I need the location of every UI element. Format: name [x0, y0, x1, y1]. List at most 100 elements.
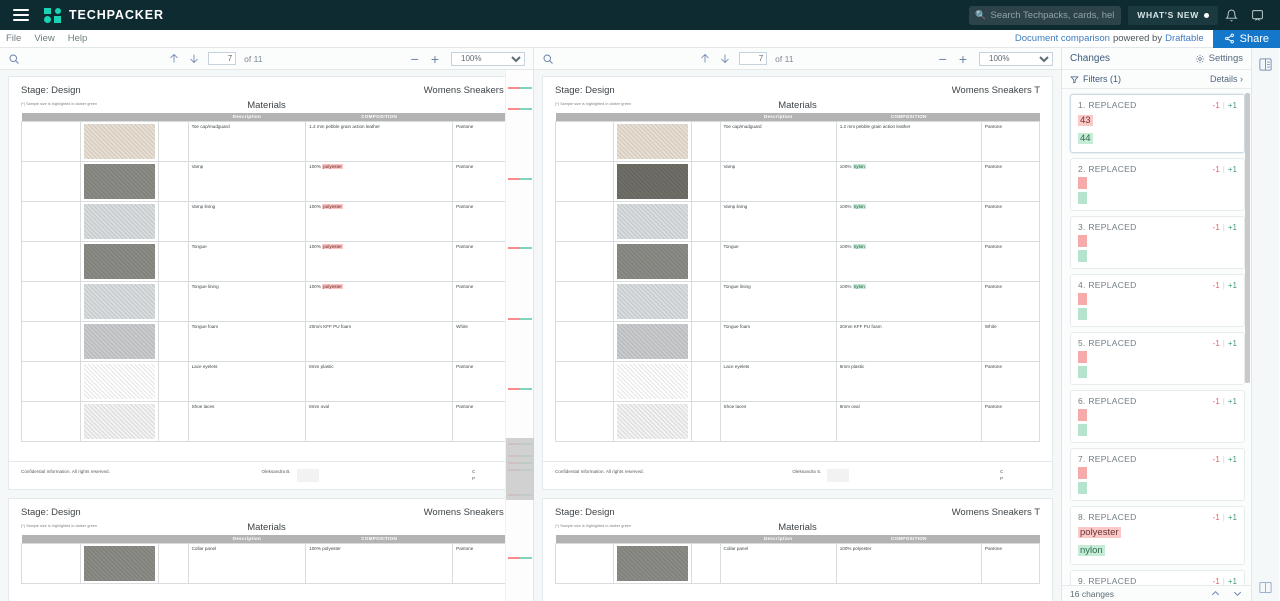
left-footer-signature-box — [296, 469, 319, 483]
row-pantone: Pantone — [452, 160, 512, 202]
menu-item-help[interactable]: Help — [68, 33, 88, 44]
left-search-icon[interactable] — [8, 53, 20, 65]
row-colorway-cell — [554, 200, 615, 242]
menu-bar: File View Help Document comparison power… — [0, 29, 1280, 48]
left-materials-table-page2: Description COMPOSITION Collar panel 100%… — [21, 535, 512, 584]
minimap-change-marker[interactable] — [508, 87, 532, 89]
row-colorway-cell — [21, 542, 81, 584]
material-swatch-image — [613, 240, 692, 282]
right-prev-change-button[interactable] — [699, 52, 711, 65]
left-zoom-out-button[interactable]: − — [411, 52, 419, 66]
row-description: Tongue foam — [187, 320, 307, 362]
right-document-canvas[interactable]: Stage: Design Womens Sneakers T (*) Samp… — [534, 70, 1061, 601]
minimap-change-marker[interactable] — [508, 388, 532, 390]
left-change-minimap[interactable] — [505, 70, 534, 601]
deleted-text: polyester — [322, 163, 343, 169]
table-row: Vamp 100% nylon Pantone — [554, 160, 1041, 202]
change-card[interactable]: 8. REPLACED -1 | +1 polyester nylon — [1070, 506, 1245, 565]
left-page1-footer: Confidential Information. All rights res… — [9, 461, 524, 483]
global-search[interactable]: 🔍 — [969, 5, 1122, 25]
minimap-change-marker[interactable] — [508, 247, 532, 249]
left-page1-stage: Stage: Design — [21, 85, 81, 96]
minimap-change-marker[interactable] — [508, 318, 532, 320]
row-composition: 1.2 mm pebble grain action leather — [835, 120, 982, 162]
row-pantone: Pantone — [452, 542, 512, 584]
row-description: Collar panel — [719, 542, 837, 584]
right-page-number-input[interactable] — [739, 52, 768, 65]
right-next-change-button[interactable] — [719, 52, 731, 65]
changes-sidebar: Changes Settings Filters (1) Details › 1… — [1062, 48, 1252, 601]
change-label: 6. REPLACED — [1078, 396, 1137, 406]
left-prev-change-button[interactable] — [168, 52, 180, 65]
chevron-down-icon[interactable] — [1232, 588, 1243, 599]
minimap-viewport-thumb[interactable] — [506, 438, 534, 500]
notifications-bell-icon[interactable] — [1218, 2, 1244, 28]
change-card[interactable]: 4. REPLACED -1 | +1 — [1070, 274, 1245, 327]
row-composition: 20mm KFF PU foam — [835, 320, 982, 362]
left-footer-confidential: Confidential Information. All rights res… — [21, 469, 110, 475]
row-description: Tongue foam — [719, 320, 837, 362]
hamburger-icon[interactable] — [13, 9, 29, 21]
change-deleted-text: 43 — [1078, 115, 1093, 126]
row-description: Vamp lining — [719, 200, 837, 242]
changes-filters-button[interactable]: Filters (1) — [1070, 74, 1121, 84]
change-card[interactable]: 5. REPLACED -1 | +1 — [1070, 332, 1245, 385]
row-spacer-cell — [690, 200, 721, 242]
minimap-change-marker[interactable] — [508, 108, 532, 110]
right-page1-title: Womens Sneakers T — [951, 85, 1040, 96]
row-composition: 100% nylon — [835, 280, 982, 322]
left-page-number-input[interactable] — [208, 52, 237, 65]
feedback-icon[interactable] — [1244, 2, 1270, 28]
changes-settings-button[interactable]: Settings — [1195, 53, 1243, 64]
changes-list-scrollbar[interactable] — [1245, 93, 1250, 383]
material-swatch-image — [79, 160, 160, 202]
left-next-change-button[interactable] — [188, 52, 200, 65]
whats-new-button[interactable]: WHAT'S NEW — [1128, 5, 1218, 25]
change-counts: -1 | +1 — [1212, 280, 1237, 290]
change-card[interactable]: 2. REPLACED -1 | +1 — [1070, 158, 1245, 211]
col-composition: COMPOSITION — [305, 113, 453, 121]
menu-item-view[interactable]: View — [34, 33, 54, 44]
left-zoom-select[interactable]: 50%75%100%125%150%200%Fit pageFit width — [451, 51, 525, 66]
change-card[interactable]: 7. REPLACED -1 | +1 — [1070, 448, 1245, 501]
chevron-up-icon[interactable] — [1210, 588, 1221, 599]
left-zoom-in-button[interactable]: + — [431, 52, 439, 66]
compare-layout-icon[interactable] — [1255, 54, 1277, 74]
right-materials-table-page2: Description COMPOSITION Collar panel 100%… — [554, 535, 1041, 584]
table-row: Tongue lining 100% nylon Pantone — [554, 280, 1041, 322]
table-row: Tongue foam 20mm KFF PU foam White — [21, 320, 512, 362]
change-counts: -1 | +1 — [1212, 512, 1237, 522]
change-card[interactable]: 3. REPLACED -1 | +1 — [1070, 216, 1245, 269]
changes-details-button[interactable]: Details › — [1210, 74, 1243, 84]
minimap-change-marker[interactable] — [508, 178, 532, 180]
row-composition: 1.2 mm pebble grain action leather — [305, 120, 454, 162]
right-zoom-in-button[interactable]: + — [959, 52, 967, 66]
right-search-icon[interactable] — [542, 53, 554, 65]
change-card[interactable]: 9. REPLACED-1|+1polyesternylon — [1070, 570, 1245, 585]
split-view-icon[interactable] — [1255, 577, 1277, 597]
search-input[interactable] — [990, 9, 1116, 21]
row-description: Tongue lining — [719, 280, 837, 322]
right-zoom-select[interactable]: 50%75%100%125%150%200%Fit pageFit width — [979, 51, 1053, 66]
document-comparison-link[interactable]: Document comparison — [1015, 33, 1110, 44]
row-spacer-cell — [690, 280, 721, 322]
row-description: Lace eyelets — [719, 360, 837, 402]
inserted-text: nylon — [852, 203, 866, 209]
changes-header: Changes Settings — [1062, 48, 1251, 70]
right-zoom-out-button[interactable]: − — [939, 52, 947, 66]
draftable-link[interactable]: Draftable — [1165, 33, 1204, 44]
changes-settings-label: Settings — [1208, 53, 1243, 64]
material-swatch-image — [613, 120, 692, 162]
col-description: Description — [720, 113, 837, 121]
change-card[interactable]: 1. REPLACED -1 | +1 43 44 — [1070, 94, 1245, 153]
row-pantone: White — [980, 320, 1041, 362]
changes-list[interactable]: 1. REPLACED -1 | +1 43 44 2. REPLACED -1 | +1 3. R… — [1062, 89, 1251, 585]
change-label: 3. REPLACED — [1078, 222, 1137, 232]
table-row: Vamp lining 100% polyester Pantone — [21, 200, 512, 242]
minimap-change-marker[interactable] — [508, 557, 532, 559]
right-footer-signer: Oleksandra S. — [792, 469, 822, 475]
left-document-canvas[interactable]: Stage: Design Womens Sneakers T (*) Samp… — [0, 70, 533, 601]
change-card[interactable]: 6. REPLACED -1 | +1 — [1070, 390, 1245, 443]
share-button[interactable]: Share — [1212, 29, 1280, 48]
menu-item-file[interactable]: File — [6, 33, 21, 44]
